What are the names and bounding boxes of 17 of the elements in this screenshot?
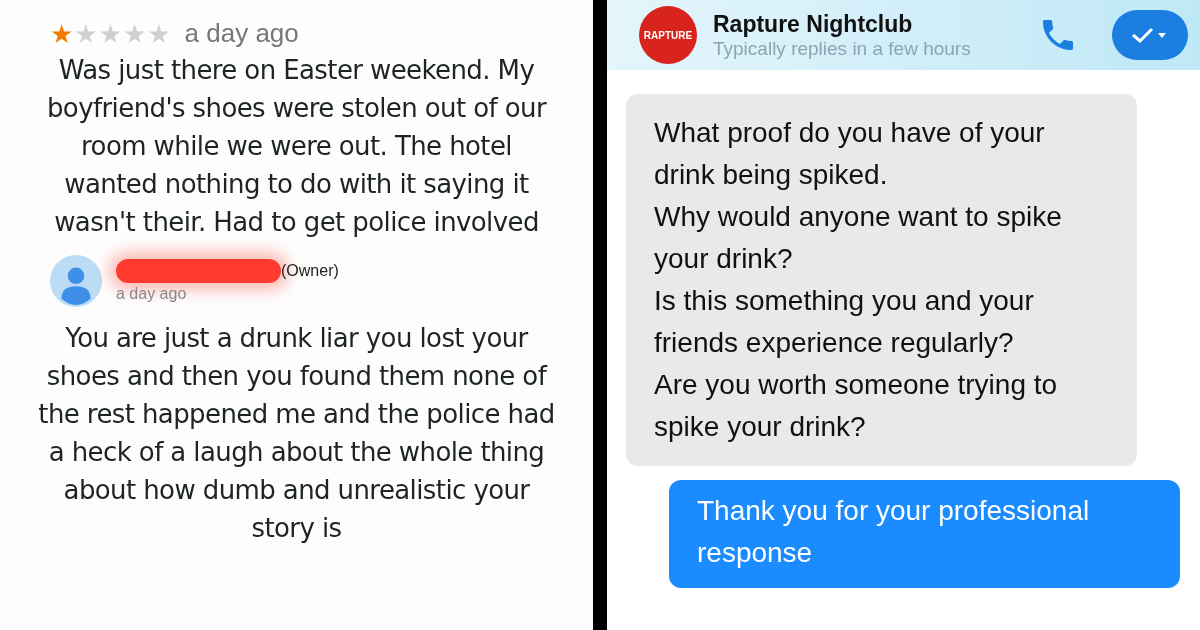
sent-message: Thank you for your professional response — [669, 480, 1180, 588]
review-time: a day ago — [184, 18, 299, 49]
page-name: Rapture Nightclub — [713, 10, 914, 38]
owner-reply-text: You are just a drunk liar you lost your shoes and then you found them none of the rest happened me and the police had a heck of a laugh about the whole thing about how dumb and unrealistic your story is — [37, 322, 556, 545]
star-icon: ★ — [50, 18, 74, 49]
owner-label: (Owner) — [281, 262, 339, 280]
review-text: Was just there on Easter weekend. My boyfriend's shoes were stolen out of our room while we were out. The hotel wanted nothing to do with it saying it wasn't their. Had to get police involved — [45, 54, 548, 239]
avatar-icon — [50, 255, 102, 307]
star-icon: ★ — [98, 18, 122, 49]
reply-status: Typically replies in a few hours — [713, 37, 972, 60]
received-message: What proof do you have of your drink being spiked. Why would anyone want to spike your drink? Is this something you and your friends experience regularly? Are you worth someone trying to spike your drink? — [626, 94, 1137, 466]
star-icon: ★ — [122, 18, 147, 49]
star-icon: ★ — [147, 18, 171, 49]
checkmark-dropdown-button[interactable] — [1112, 10, 1188, 60]
reply-time: a day ago — [116, 285, 188, 303]
page-logo: RAPTURE — [639, 6, 697, 64]
star-icon: ★ — [74, 18, 98, 49]
